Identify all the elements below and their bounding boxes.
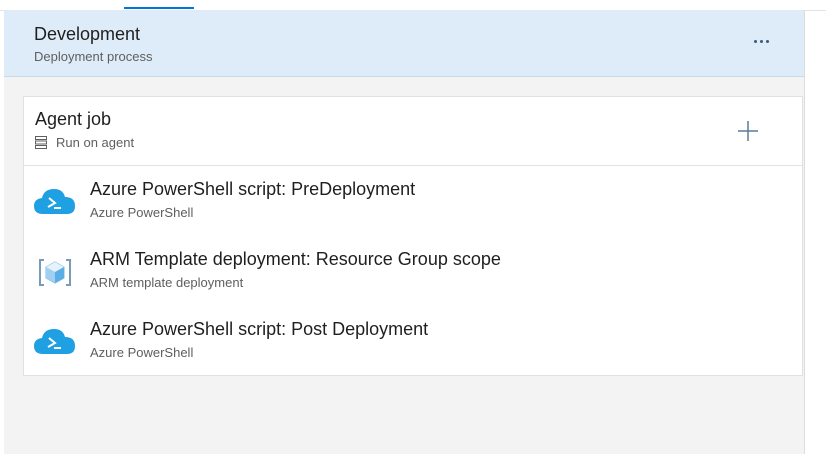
azure-powershell-icon <box>34 189 75 214</box>
task-item[interactable]: ARM Template deployment: Resource Group … <box>24 237 802 307</box>
stage-header[interactable]: Development Deployment process <box>4 10 804 77</box>
active-tab-indicator <box>124 7 194 9</box>
task-item[interactable]: Azure PowerShell script: Post Deployment… <box>24 307 802 377</box>
agent-job-subtitle: Run on agent <box>56 135 135 150</box>
task-subtitle: Azure PowerShell <box>90 205 194 220</box>
task-title: Azure PowerShell script: Post Deployment <box>90 319 429 339</box>
task-subtitle: Azure PowerShell <box>90 345 194 360</box>
agent-job-card: Agent job Run on agent Azure PowerShell … <box>23 96 803 376</box>
arm-template-icon <box>39 259 71 286</box>
agent-job-title: Agent job <box>35 109 112 129</box>
stage-subtitle: Deployment process <box>34 49 153 64</box>
task-title: Azure PowerShell script: PreDeployment <box>90 179 416 199</box>
task-subtitle: ARM template deployment <box>90 275 244 290</box>
task-title: ARM Template deployment: Resource Group … <box>90 249 501 269</box>
task-item[interactable]: Azure PowerShell script: PreDeployment A… <box>24 167 802 237</box>
stage-title: Development <box>34 24 141 44</box>
azure-powershell-icon <box>34 329 75 354</box>
ellipsis-icon[interactable] <box>748 30 774 52</box>
agent-job-row[interactable]: Agent job Run on agent <box>24 97 802 166</box>
server-icon <box>35 136 47 149</box>
plus-icon[interactable] <box>734 117 762 145</box>
